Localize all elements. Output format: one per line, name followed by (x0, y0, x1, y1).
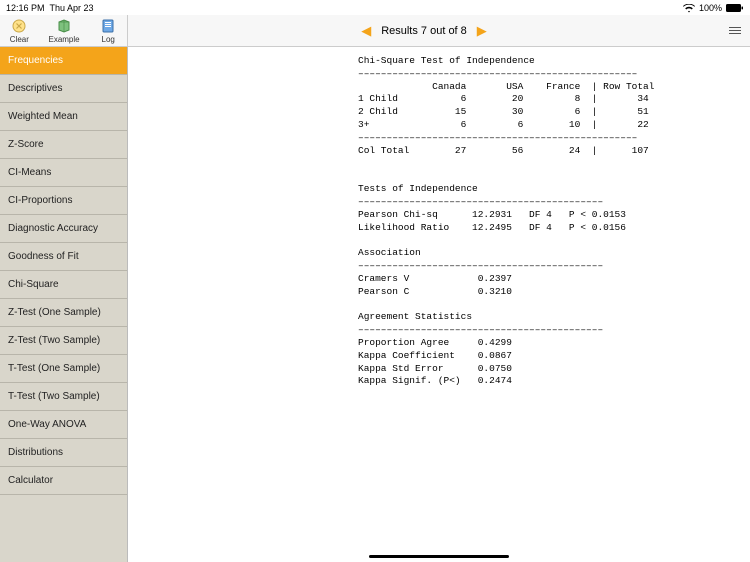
sidebar-item-goodness-of-fit[interactable]: Goodness of Fit (0, 243, 127, 271)
log-label: Log (102, 35, 115, 44)
example-button[interactable]: Example (48, 17, 79, 44)
sidebar: FrequenciesDescriptivesWeighted MeanZ-Sc… (0, 47, 128, 562)
sidebar-item-t-test-one-sample-[interactable]: T-Test (One Sample) (0, 355, 127, 383)
sidebar-item-z-test-two-sample-[interactable]: Z-Test (Two Sample) (0, 327, 127, 355)
sidebar-item-distributions[interactable]: Distributions (0, 439, 127, 467)
clear-button[interactable]: Clear (10, 17, 29, 44)
sidebar-item-frequencies[interactable]: Frequencies (0, 47, 127, 75)
toolbar-left: Clear Example Log (0, 15, 128, 46)
sidebar-item-z-score[interactable]: Z-Score (0, 131, 127, 159)
sidebar-item-diagnostic-accuracy[interactable]: Diagnostic Accuracy (0, 215, 127, 243)
clear-label: Clear (10, 35, 29, 44)
wifi-icon (683, 2, 695, 12)
battery-icon (726, 3, 744, 13)
results-output: Chi-Square Test of Independence ––––––––… (358, 55, 750, 388)
log-button[interactable]: Log (99, 17, 117, 44)
sidebar-item-weighted-mean[interactable]: Weighted Mean (0, 103, 127, 131)
prev-result-arrow[interactable]: ◀ (361, 23, 371, 39)
example-label: Example (48, 35, 79, 44)
status-bar: 12:16 PM Thu Apr 23 100% (0, 0, 750, 15)
sidebar-item-descriptives[interactable]: Descriptives (0, 75, 127, 103)
menu-icon[interactable] (729, 27, 741, 34)
sidebar-item-t-test-two-sample-[interactable]: T-Test (Two Sample) (0, 383, 127, 411)
results-counter: Results 7 out of 8 (381, 25, 467, 37)
sidebar-item-chi-square[interactable]: Chi-Square (0, 271, 127, 299)
sidebar-item-one-way-anova[interactable]: One-Way ANOVA (0, 411, 127, 439)
example-icon (55, 17, 73, 35)
results-nav: ◀ Results 7 out of 8 ▶ (128, 15, 720, 46)
status-time: 12:16 PM (6, 3, 45, 13)
sidebar-item-z-test-one-sample-[interactable]: Z-Test (One Sample) (0, 299, 127, 327)
log-icon (99, 17, 117, 35)
sidebar-item-ci-proportions[interactable]: CI-Proportions (0, 187, 127, 215)
next-result-arrow[interactable]: ▶ (477, 23, 487, 39)
content-area: Chi-Square Test of Independence ––––––––… (128, 47, 750, 562)
topbar: Clear Example Log ◀ Results 7 out of 8 ▶ (0, 15, 750, 47)
main-area: FrequenciesDescriptivesWeighted MeanZ-Sc… (0, 47, 750, 562)
status-date: Thu Apr 23 (50, 3, 94, 13)
sidebar-item-ci-means[interactable]: CI-Means (0, 159, 127, 187)
clear-icon (10, 17, 28, 35)
sidebar-item-calculator[interactable]: Calculator (0, 467, 127, 495)
home-indicator (369, 555, 509, 558)
status-battery: 100% (699, 3, 722, 13)
